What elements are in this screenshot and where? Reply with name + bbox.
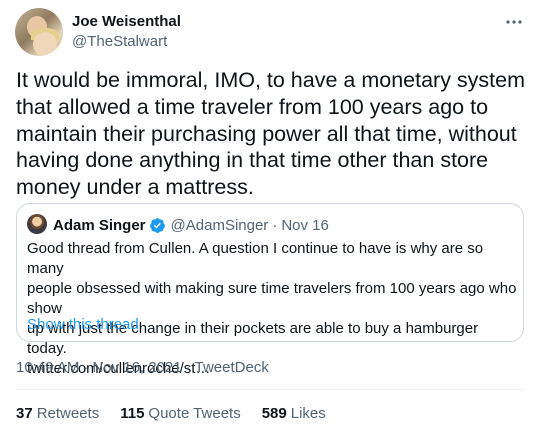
meta-separator: · [185, 359, 191, 376]
author-avatar[interactable] [15, 8, 63, 56]
retweets-label: Retweets [36, 405, 100, 422]
author-handle[interactable]: @TheStalwart [72, 32, 167, 52]
likes-count: 589 [261, 405, 287, 422]
more-horizontal-icon [506, 20, 522, 24]
quoted-tweet-date[interactable]: Nov 16 [281, 217, 329, 234]
quoted-tweet-header: Adam Singer @AdamSinger · Nov 16 [53, 215, 329, 235]
divider [16, 389, 524, 390]
quoted-author-avatar [27, 214, 47, 234]
quote-tweets-count: 115 [120, 405, 145, 422]
more-options-button[interactable] [500, 8, 528, 36]
retweets-stat[interactable]: 37 Retweets [16, 404, 99, 424]
quote-tweets-stat[interactable]: 115 Quote Tweets [120, 404, 240, 424]
meta-separator: · [83, 359, 89, 376]
tweet-text: It would be immoral, IMO, to have a mone… [16, 68, 526, 200]
tweet-source[interactable]: TweetDeck [195, 358, 269, 378]
quoted-author-name: Adam Singer [53, 216, 146, 234]
verified-badge-icon [149, 217, 165, 233]
show-thread-link[interactable]: Show this thread [27, 315, 139, 335]
quoted-author-handle: @AdamSinger [170, 216, 269, 234]
tweet-card: Joe Weisenthal @TheStalwart It would be … [0, 0, 539, 437]
tweet-date[interactable]: Nov 16, 2021 [92, 358, 181, 378]
tweet-time[interactable]: 10:49 AM [16, 358, 79, 378]
likes-stat[interactable]: 589 Likes [262, 404, 326, 424]
quoted-header-separator: · [272, 216, 278, 234]
quoted-tweet[interactable]: Adam Singer @AdamSinger · Nov 16 Good th… [16, 203, 524, 377]
quote-tweets-label: Quote Tweets [148, 405, 241, 422]
author-name[interactable]: Joe Weisenthal [72, 12, 181, 32]
likes-label: Likes [290, 405, 326, 422]
retweets-count: 37 [16, 405, 33, 422]
tweet-metadata: 10:49 AM · Nov 16, 2021 · TweetDeck [16, 358, 269, 378]
engagement-stats: 37 Retweets 115 Quote Tweets 589 Likes [16, 404, 347, 424]
